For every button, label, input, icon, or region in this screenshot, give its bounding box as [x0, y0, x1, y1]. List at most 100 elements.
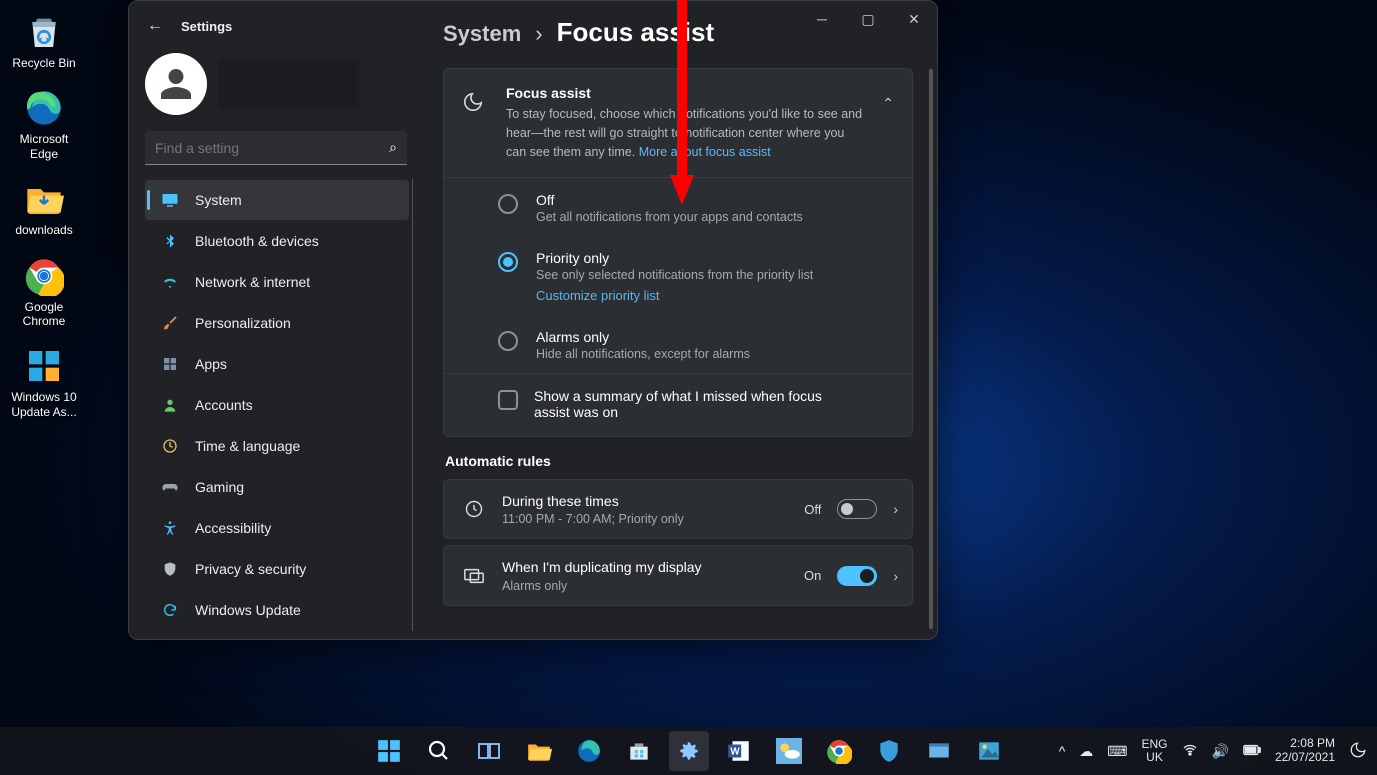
nav-item-system[interactable]: System: [145, 180, 409, 220]
wifi-tray-icon[interactable]: [1182, 742, 1198, 761]
nav-item-label: Bluetooth & devices: [195, 233, 319, 249]
recycle-bin-icon: [24, 12, 64, 52]
rule-title: During these times: [502, 492, 788, 510]
account-card[interactable]: [145, 53, 411, 115]
focus-assist-tray-icon[interactable]: [1349, 741, 1367, 762]
summary-checkbox-label: Show a summary of what I missed when foc…: [534, 388, 834, 420]
nav-item-label: Network & internet: [195, 274, 310, 290]
nav-item-bluetooth-devices[interactable]: Bluetooth & devices: [145, 221, 409, 261]
nav-list: System Bluetooth & devices Network & inter…: [143, 179, 411, 631]
rule-toggle[interactable]: [837, 499, 877, 519]
focus-option-priority[interactable]: Priority only See only selected notifica…: [444, 236, 912, 315]
search-field[interactable]: [155, 140, 389, 156]
accessibility-icon: [161, 519, 179, 537]
security-icon[interactable]: [869, 731, 909, 771]
customize-priority-link[interactable]: Customize priority list: [536, 288, 894, 303]
desktop-icon-label: downloads: [4, 223, 84, 237]
svg-text:W: W: [730, 746, 740, 757]
desktop-icon-chrome-icon[interactable]: Google Chrome: [4, 256, 84, 329]
radio-icon[interactable]: [498, 194, 518, 214]
option-title: Off: [536, 192, 894, 208]
option-title: Alarms only: [536, 329, 894, 345]
radio-icon[interactable]: [498, 252, 518, 272]
weather-icon[interactable]: [769, 731, 809, 771]
language-indicator[interactable]: ENG UK: [1141, 738, 1167, 764]
rule-when-i-m-duplicating-my-display[interactable]: When I'm duplicating my display Alarms o…: [443, 545, 913, 605]
start-button[interactable]: [369, 731, 409, 771]
battery-icon[interactable]: [1243, 743, 1261, 759]
search-button[interactable]: [419, 731, 459, 771]
nav-item-label: Accessibility: [195, 520, 271, 536]
settings-sidebar: ← Settings ⌕ System Bluetooth & devices Ne…: [129, 1, 419, 639]
summary-checkbox-row[interactable]: Show a summary of what I missed when foc…: [444, 373, 912, 436]
chrome-taskbar-icon[interactable]: [819, 731, 859, 771]
focus-option-off[interactable]: Off Get all notifications from your apps…: [444, 178, 912, 236]
onedrive-icon[interactable]: ☁: [1079, 743, 1093, 760]
desktop-icon-edge-icon[interactable]: Microsoft Edge: [4, 88, 84, 161]
nav-item-privacy-security[interactable]: Privacy & security: [145, 549, 409, 589]
settings-window: ─ ▢ ✕ ← Settings ⌕ SystemBluetooth & dev…: [128, 0, 938, 640]
nav-item-windows-update[interactable]: Windows Update: [145, 590, 409, 630]
option-subtitle: See only selected notifications from the…: [536, 268, 894, 282]
desktop-icon-label: Windows 10 Update As...: [4, 390, 84, 419]
nav-item-accounts[interactable]: Accounts: [145, 385, 409, 425]
chevron-right-icon: ›: [893, 501, 898, 517]
nav-item-label: Personalization: [195, 315, 291, 331]
rule-toggle[interactable]: [837, 566, 877, 586]
settings-taskbar-icon[interactable]: [669, 731, 709, 771]
search-icon: ⌕: [389, 139, 397, 156]
scrollbar[interactable]: [929, 69, 933, 629]
back-arrow-icon[interactable]: ←: [147, 17, 163, 35]
microsoft-store-icon[interactable]: [619, 731, 659, 771]
display-icon: [161, 191, 179, 209]
breadcrumb: System › Focus assist: [443, 17, 913, 48]
automatic-rules-heading: Automatic rules: [445, 453, 913, 469]
person-icon: [161, 396, 179, 414]
nav-item-gaming[interactable]: Gaming: [145, 467, 409, 507]
breadcrumb-parent[interactable]: System: [443, 21, 521, 47]
focus-option-alarms[interactable]: Alarms only Hide all notifications, exce…: [444, 315, 912, 373]
volume-icon[interactable]: 🔊: [1212, 743, 1229, 760]
edge-taskbar-icon[interactable]: [569, 731, 609, 771]
nav-item-personalization[interactable]: Personalization: [145, 303, 409, 343]
search-input[interactable]: ⌕: [145, 131, 407, 165]
nav-item-network-internet[interactable]: Network & internet: [145, 262, 409, 302]
desktop-icon-downloads-folder-icon[interactable]: downloads: [4, 179, 84, 237]
word-icon[interactable]: W: [719, 731, 759, 771]
checkbox-icon[interactable]: [498, 390, 518, 410]
nav-item-accessibility[interactable]: Accessibility: [145, 508, 409, 548]
desktop-icon-label: Google Chrome: [4, 300, 84, 329]
windows-update-assistant-icon: [24, 346, 64, 386]
desktop-icon-label: Microsoft Edge: [4, 132, 84, 161]
rule-subtitle: 11:00 PM - 7:00 AM; Priority only: [502, 512, 788, 526]
nav-item-time-language[interactable]: Time & language: [145, 426, 409, 466]
photos-icon[interactable]: [969, 731, 1009, 771]
tray-overflow-icon[interactable]: ^: [1059, 743, 1066, 759]
system-tray: ^ ☁ ⌨ ENG UK 🔊 2:08 PM 22/07/2021: [1059, 727, 1367, 775]
rule-during-these-times[interactable]: During these times 11:00 PM - 7:00 AM; P…: [443, 479, 913, 539]
globe-clock-icon: [161, 437, 179, 455]
focus-assist-description: To stay focused, choose which notificati…: [506, 105, 864, 161]
moon-icon: [462, 91, 488, 116]
settings-title: Settings: [181, 19, 232, 34]
account-name-redacted: [219, 58, 359, 110]
focus-assist-header[interactable]: Focus assist To stay focused, choose whi…: [444, 69, 912, 178]
nav-item-apps[interactable]: Apps: [145, 344, 409, 384]
keyboard-icon[interactable]: ⌨: [1107, 743, 1127, 760]
edge-icon: [24, 88, 64, 128]
snipping-tool-icon[interactable]: [919, 731, 959, 771]
desktop-icon-label: Recycle Bin: [4, 56, 84, 70]
radio-icon[interactable]: [498, 331, 518, 351]
nav-item-label: Privacy & security: [195, 561, 306, 577]
desktop-icon-windows-update-assistant-icon[interactable]: Windows 10 Update As...: [4, 346, 84, 419]
nav-item-label: Apps: [195, 356, 227, 372]
nav-item-label: Time & language: [195, 438, 300, 454]
nav-item-label: Accounts: [195, 397, 253, 413]
task-view-button[interactable]: [469, 731, 509, 771]
desktop-icon-recycle-bin-icon[interactable]: Recycle Bin: [4, 12, 84, 70]
clock[interactable]: 2:08 PM 22/07/2021: [1275, 737, 1335, 765]
gamepad-icon: [161, 478, 179, 496]
option-subtitle: Get all notifications from your apps and…: [536, 210, 894, 224]
file-explorer-icon[interactable]: [519, 731, 559, 771]
focus-assist-more-link[interactable]: More about focus assist: [639, 145, 771, 159]
